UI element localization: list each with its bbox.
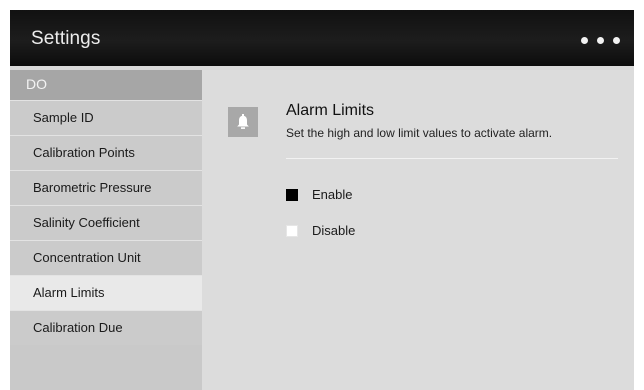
sidebar-item-concentration-unit[interactable]: Concentration Unit xyxy=(10,240,202,275)
sidebar-item-alarm-limits[interactable]: Alarm Limits xyxy=(10,275,202,310)
sidebar-item-sample-id[interactable]: Sample ID xyxy=(10,100,202,135)
sidebar-item-salinity-coefficient[interactable]: Salinity Coefficient xyxy=(10,205,202,240)
title-bar: Settings xyxy=(10,10,634,66)
disable-checkbox[interactable] xyxy=(286,224,298,237)
section-title: Alarm Limits xyxy=(286,102,375,119)
alarm-icon-tile xyxy=(228,107,258,137)
disable-label: Disable xyxy=(312,223,356,238)
page-title: Settings xyxy=(31,28,101,49)
app-window: Settings DO Sample ID Calibration Points… xyxy=(10,10,634,390)
section-description: Set the high and low limit values to act… xyxy=(286,126,553,140)
more-dots-icon xyxy=(581,37,588,44)
sidebar-item-calibration-points[interactable]: Calibration Points xyxy=(10,135,202,170)
sidebar-section-header: DO xyxy=(10,70,202,100)
bell-icon xyxy=(237,114,249,129)
sidebar-item-barometric-pressure[interactable]: Barometric Pressure xyxy=(10,170,202,205)
more-dots-icon xyxy=(613,37,620,44)
enable-label: Enable xyxy=(312,187,353,202)
more-dots-icon xyxy=(597,37,604,44)
enable-checkbox[interactable] xyxy=(286,188,298,201)
sidebar: DO Sample ID Calibration Points Barometr… xyxy=(10,70,202,390)
disable-option[interactable]: Disable xyxy=(286,223,355,238)
sidebar-item-calibration-due[interactable]: Calibration Due xyxy=(10,310,202,345)
main-content: Alarm Limits Set the high and low limit … xyxy=(202,70,634,390)
enable-option[interactable]: Enable xyxy=(286,187,352,202)
divider xyxy=(286,158,618,159)
more-options-button[interactable] xyxy=(581,37,620,44)
